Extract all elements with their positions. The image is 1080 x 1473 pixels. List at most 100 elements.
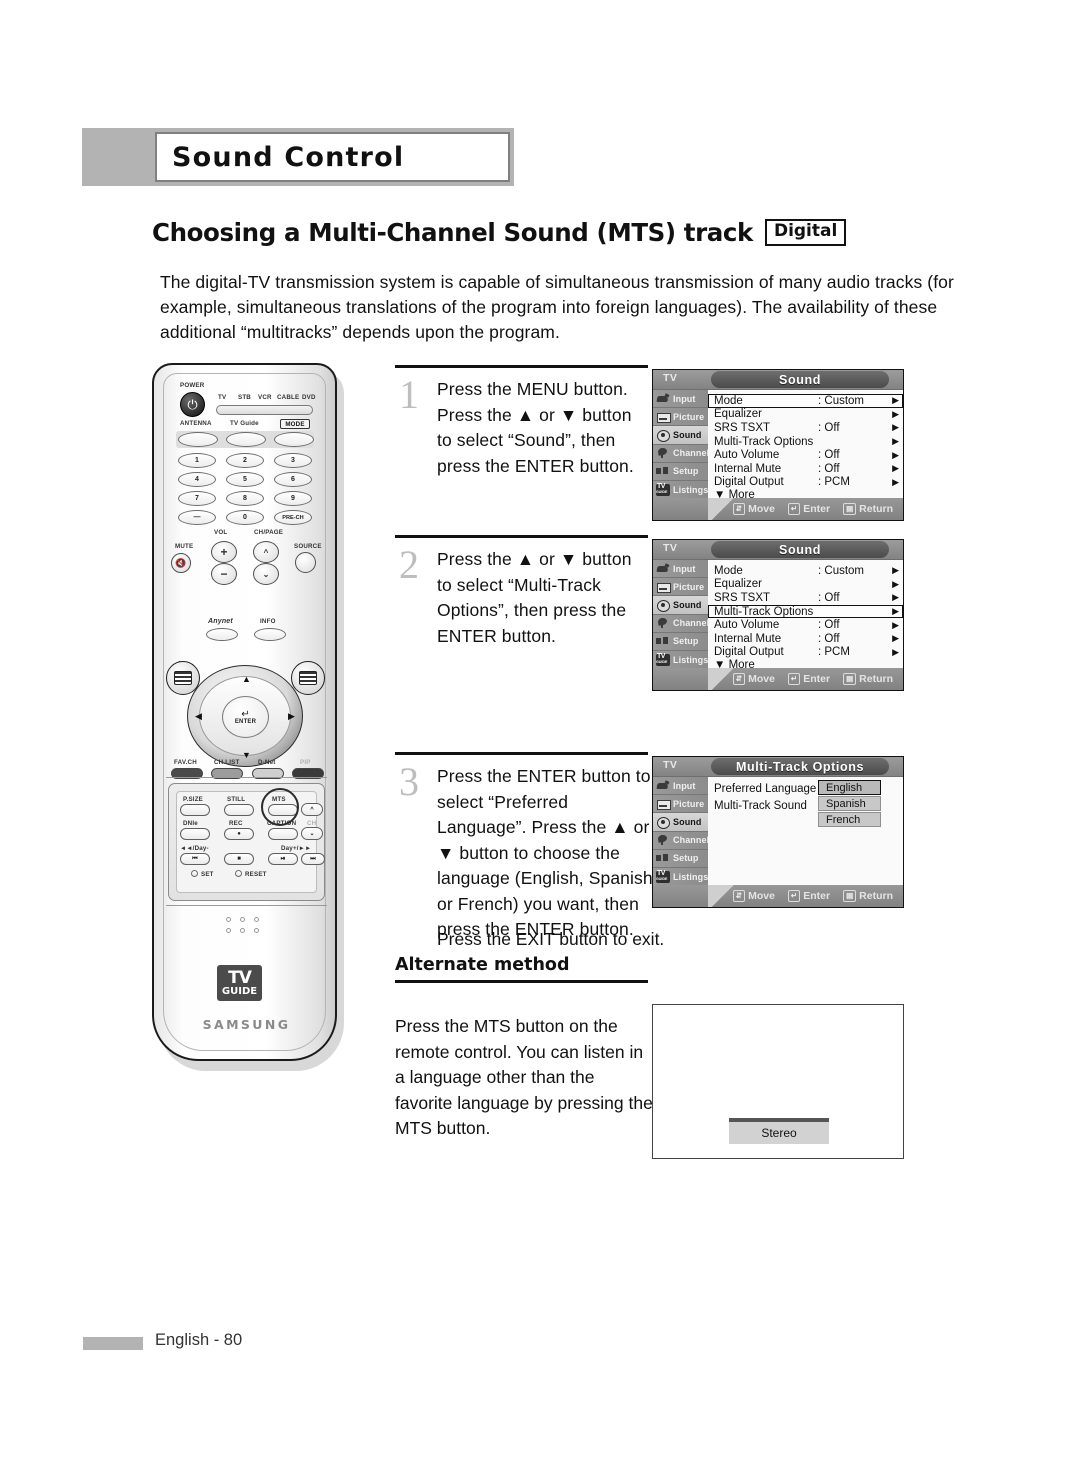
sidebar-item-input[interactable]: Input: [653, 390, 708, 409]
menu-row-auto-volume[interactable]: Auto Volume: Off ▶: [708, 618, 903, 632]
device-selector-bar[interactable]: [216, 405, 313, 415]
volume-down-button[interactable]: −: [211, 563, 237, 585]
sidebar-item-picture[interactable]: Picture: [653, 578, 708, 597]
device-label-stb: STB: [238, 394, 251, 401]
psize-button[interactable]: [180, 804, 210, 816]
channel-icon: [656, 617, 670, 629]
menu-row-digital-output[interactable]: Digital Output: PCM ▶: [708, 646, 903, 660]
menu-row-mode[interactable]: Mode: Custom ▶: [708, 394, 903, 408]
sidebar-item-channel[interactable]: Channel: [653, 832, 709, 850]
stop-button[interactable]: ■: [224, 853, 254, 865]
menu-row-equalizer[interactable]: Equalizer ▶: [708, 578, 903, 592]
key-8[interactable]: 8: [226, 491, 264, 506]
osd-hintbar-tab: [708, 498, 736, 520]
menu-row-equalizer[interactable]: Equalizer ▶: [708, 408, 903, 422]
chlist-label: CH.LIST: [214, 759, 240, 766]
menu-row-internal-mute[interactable]: Internal Mute: Off ▶: [708, 632, 903, 646]
sidebar-item-picture[interactable]: Picture: [653, 408, 708, 427]
menu-row-multitrack-options[interactable]: Multi-Track Options ▶: [708, 435, 903, 449]
key-9[interactable]: 9: [274, 491, 312, 506]
channel-up-button[interactable]: ^: [253, 541, 279, 563]
antenna-button[interactable]: [178, 432, 218, 447]
reset-button[interactable]: [235, 870, 242, 877]
return-key-icon: ▤: [843, 673, 857, 685]
sidebar-item-input[interactable]: Input: [653, 777, 708, 796]
sidebar-item-setup[interactable]: Setup: [653, 463, 708, 481]
play-pause-button[interactable]: ⏯: [268, 853, 298, 865]
key-2[interactable]: 2: [226, 453, 264, 468]
menu-button[interactable]: [166, 661, 200, 695]
caption-button[interactable]: [268, 828, 298, 840]
nav-up-icon[interactable]: ▲: [242, 674, 251, 684]
key-3[interactable]: 3: [274, 453, 312, 468]
menu-row-mode[interactable]: Mode: Custom ▶: [708, 564, 903, 578]
step-1-number: 1: [399, 372, 419, 417]
menu-key: SRS TSXT: [714, 591, 771, 604]
picture-icon: [656, 581, 671, 593]
sidebar-item-setup[interactable]: Setup: [653, 850, 708, 868]
still-button[interactable]: [224, 804, 254, 816]
sidebar-item-listings[interactable]: Listings: [653, 651, 708, 670]
source-button[interactable]: [295, 552, 316, 573]
step-1: 1 Press the MENU button. Press the ▲ or …: [395, 365, 648, 525]
skip-forward-button[interactable]: ⏭: [301, 853, 325, 865]
key-7[interactable]: 7: [178, 491, 216, 506]
volume-up-button[interactable]: +: [211, 541, 237, 563]
osd-panel-sound-multitrack-selected: TV Sound Input Picture Sound Channel Set…: [652, 539, 904, 691]
osd3-left-labels: Preferred Language Multi-Track Sound: [714, 781, 816, 814]
sidebar-label-setup: Setup: [673, 636, 699, 647]
menu-row-multitrack-options[interactable]: Multi-Track Options ▶: [708, 604, 903, 619]
nav-left-icon[interactable]: ◀: [195, 711, 202, 722]
key-0[interactable]: 0: [226, 510, 264, 525]
language-option-french[interactable]: French: [818, 812, 881, 827]
menu-row-srstsxt[interactable]: SRS TSXT: Off ▶: [708, 591, 903, 605]
chevron-right-icon: ▶: [892, 436, 899, 447]
key-dash[interactable]: —: [178, 510, 216, 525]
rec-button[interactable]: ●: [224, 828, 254, 840]
skip-back-button[interactable]: ⏮: [180, 853, 210, 865]
sidebar-item-input[interactable]: Input: [653, 560, 708, 579]
nav-right-icon[interactable]: ▶: [288, 711, 295, 722]
key-4[interactable]: 4: [178, 472, 216, 487]
anynet-button[interactable]: [206, 628, 238, 641]
tv-guide-button[interactable]: [226, 432, 266, 447]
language-option-spanish[interactable]: Spanish: [818, 796, 881, 811]
menu-row-srstsxt[interactable]: SRS TSXT: Off ▶: [708, 421, 903, 435]
menu-row-internal-mute[interactable]: Internal Mute: Off ▶: [708, 462, 903, 476]
power-button[interactable]: ⏻: [180, 392, 205, 417]
menu-row-auto-volume[interactable]: Auto Volume: Off ▶: [708, 448, 903, 462]
vent-dot: [254, 917, 259, 922]
setup-icon: [656, 852, 670, 864]
sidebar-item-listings[interactable]: Listings: [653, 481, 708, 500]
key-1[interactable]: 1: [178, 453, 216, 468]
info-button[interactable]: [254, 628, 286, 641]
tvguide-listings-icon: [656, 483, 670, 496]
osd3-title: Multi-Track Options: [711, 758, 889, 775]
sidebar-label-channel: Channel: [673, 448, 710, 459]
sidebar-item-picture[interactable]: Picture: [653, 795, 708, 814]
exit-button[interactable]: [291, 661, 325, 695]
sidebar-item-setup[interactable]: Setup: [653, 633, 708, 651]
mute-button[interactable]: 🔇: [171, 553, 191, 573]
key-6[interactable]: 6: [274, 472, 312, 487]
sidebar-item-sound[interactable]: Sound: [653, 813, 708, 832]
key-pre-ch[interactable]: PRE-CH: [274, 510, 312, 525]
sidebar-item-sound[interactable]: Sound: [653, 426, 708, 445]
language-option-english[interactable]: English: [818, 780, 881, 795]
dnie-button[interactable]: [180, 828, 210, 840]
sidebar-item-channel[interactable]: Channel: [653, 615, 709, 633]
sidebar-item-channel[interactable]: Channel: [653, 445, 710, 463]
key-5[interactable]: 5: [226, 472, 264, 487]
set-button[interactable]: [191, 870, 198, 877]
ch-down-button[interactable]: ⌄: [301, 827, 323, 840]
sound-icon: [656, 429, 670, 442]
sidebar-item-sound[interactable]: Sound: [653, 596, 708, 615]
mode-button[interactable]: [274, 432, 314, 447]
sidebar-item-listings[interactable]: Listings: [653, 868, 708, 887]
input-icon: [656, 393, 670, 405]
menu-row-digital-output[interactable]: Digital Output: PCM ▶: [708, 476, 903, 490]
ch-up-button[interactable]: ^: [301, 803, 323, 816]
nav-down-icon[interactable]: ▼: [242, 750, 251, 760]
channel-down-button[interactable]: ⌄: [253, 563, 279, 585]
enter-button[interactable]: ↵ ENTER: [222, 696, 269, 738]
